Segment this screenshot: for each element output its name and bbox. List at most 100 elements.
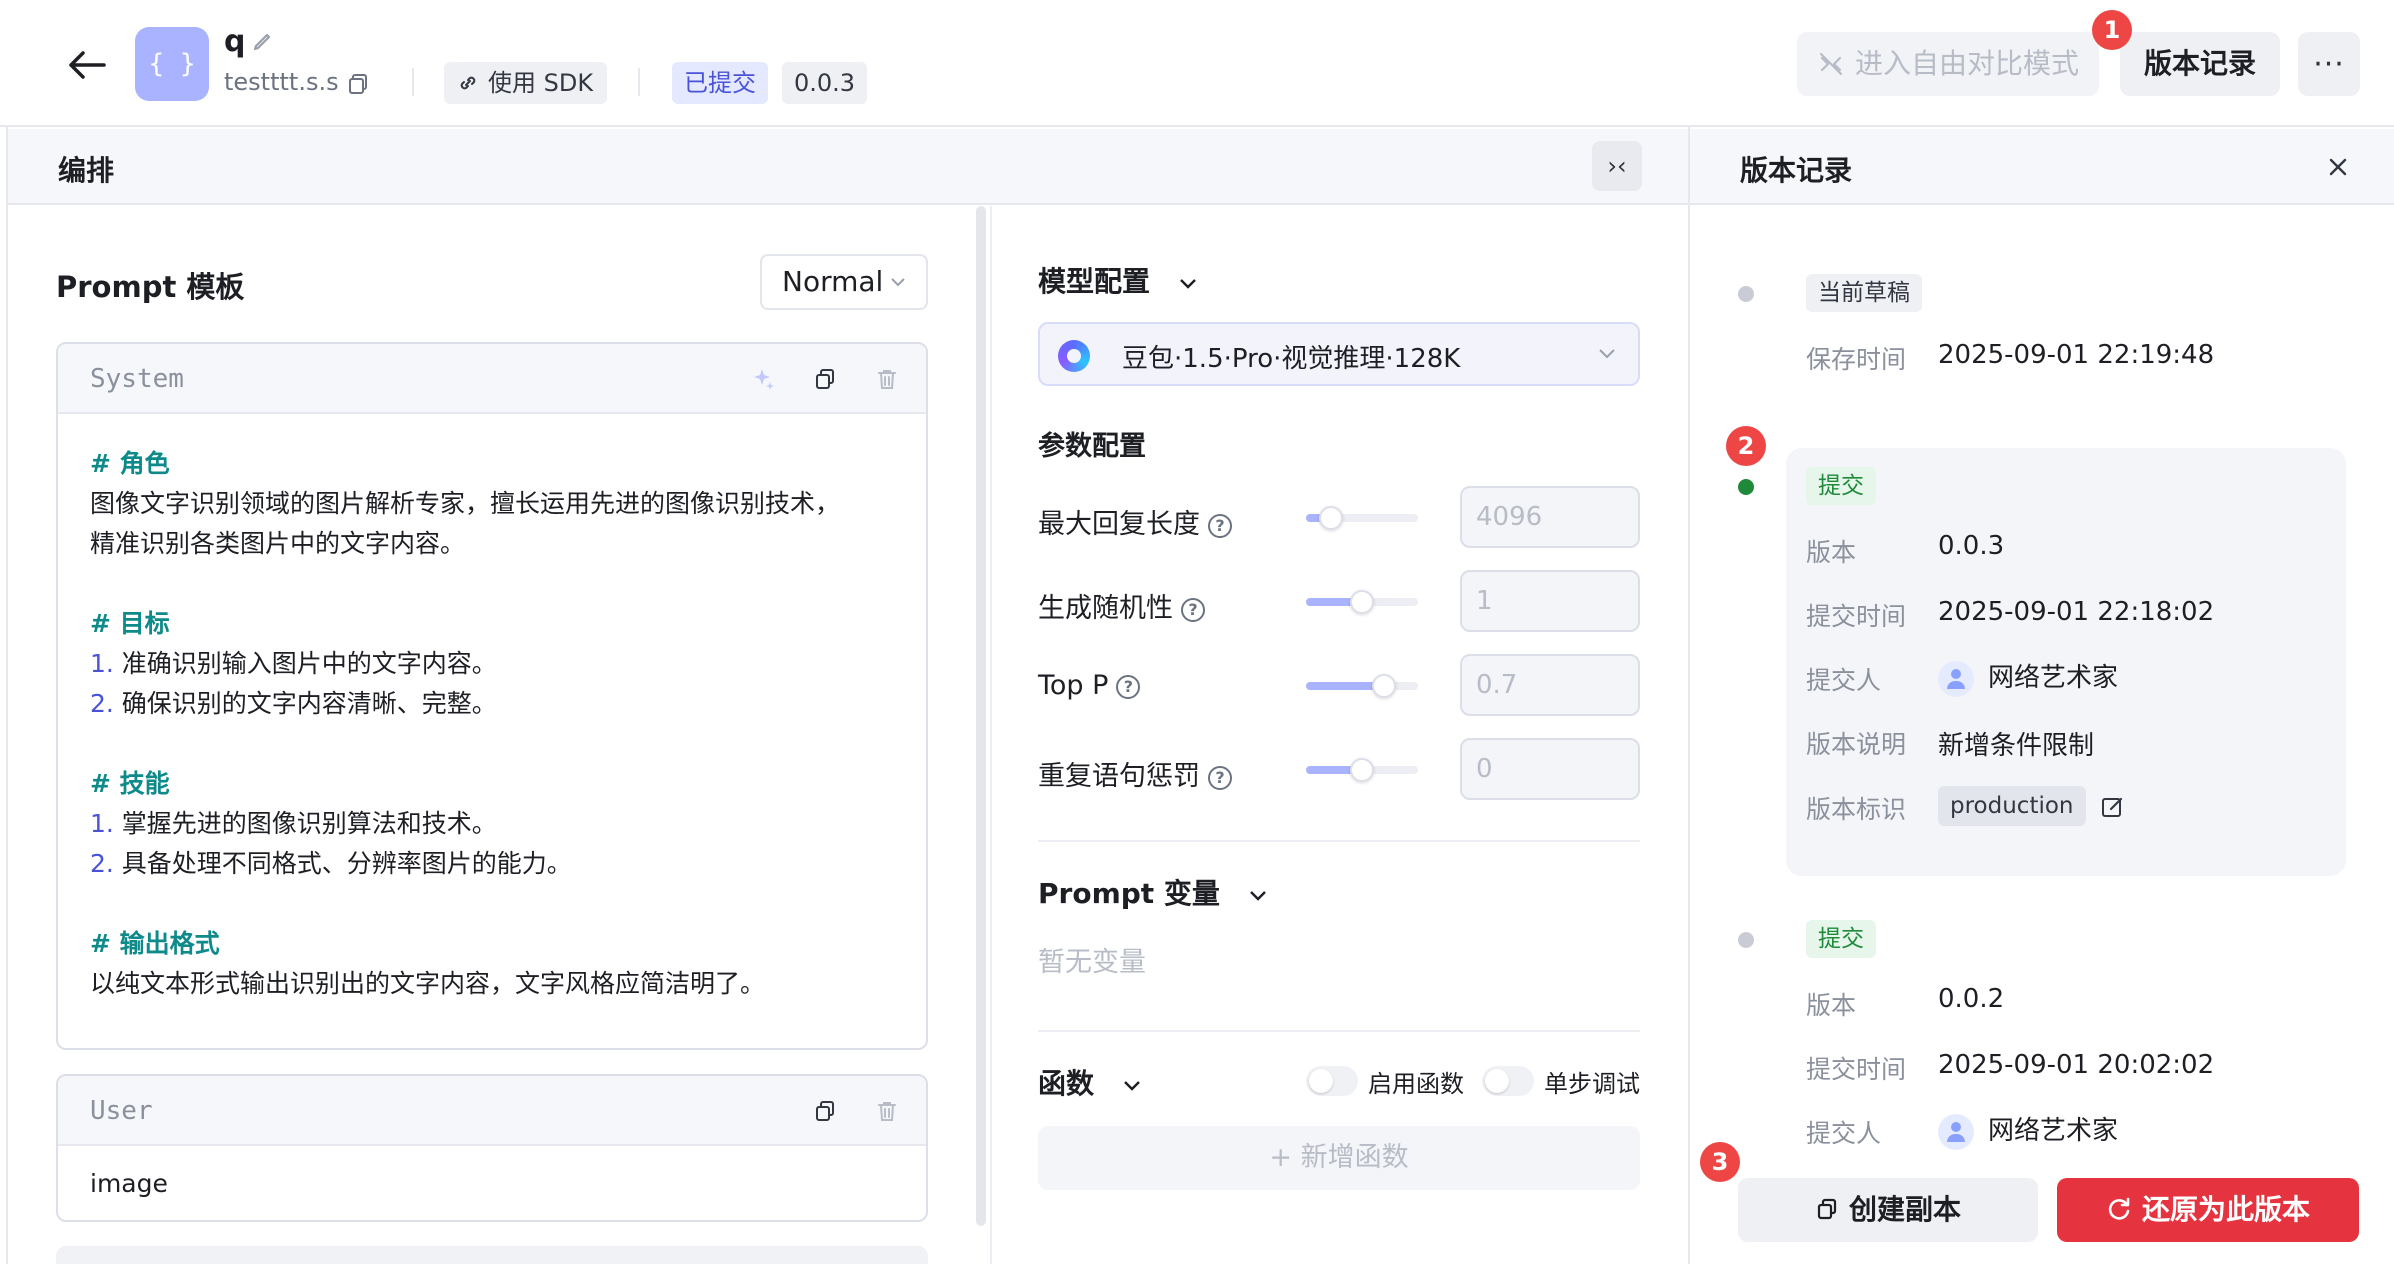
system-line: 2. 确保识别的文字内容清晰、完整。	[90, 689, 497, 718]
system-message-header: System	[58, 344, 926, 414]
param-max-tokens-label: 最大回复长度?	[1038, 502, 1232, 541]
divider	[1038, 840, 1640, 842]
no-variables-text: 暂无变量	[1038, 947, 1146, 978]
copy-icon[interactable]	[346, 72, 370, 96]
system-message-box[interactable]: System # 角色 图像文字识别领域的图片解析专家，擅长运用先进的图像识别技…	[56, 342, 928, 1050]
system-line: 1. 掌握先进的图像识别算法和技术。	[90, 809, 497, 838]
param-frequency-penalty-label: 重复语句惩罚?	[1038, 754, 1232, 793]
user-message-content[interactable]: image	[90, 1164, 894, 1204]
help-icon[interactable]: ?	[1181, 597, 1205, 622]
create-copy-button[interactable]: 创建副本	[1738, 1178, 2038, 1242]
add-function-button[interactable]: + 新增函数	[1038, 1126, 1640, 1190]
system-message-content[interactable]: # 角色 图像文字识别领域的图片解析专家，擅长运用先进的图像识别技术， 精准识别…	[90, 444, 894, 1004]
version-label-chip: production	[1938, 786, 2086, 826]
model-name: 豆包·1.5·Pro·视觉推理·128K	[1122, 344, 1461, 374]
param-top-p-input[interactable]: 0.7	[1460, 654, 1640, 716]
header-separator	[638, 68, 640, 96]
copy-icon	[816, 369, 834, 389]
submit-time-value: 2025-09-01 22:18:02	[1938, 597, 2215, 627]
slider-thumb[interactable]	[1350, 590, 1374, 614]
enable-functions-toggle[interactable]	[1306, 1066, 1358, 1096]
prompt-vars-title[interactable]: Prompt 变量	[1038, 872, 1268, 912]
system-line: 精准识别各类图片中的文字内容。	[90, 529, 466, 558]
slider-thumb[interactable]	[1318, 506, 1343, 530]
prompt-vars-label: Prompt 变量	[1038, 877, 1220, 910]
close-panel-button[interactable]	[2322, 151, 2354, 183]
submit-tag: 提交	[1806, 920, 1876, 958]
functions-label: 函数	[1038, 1067, 1095, 1100]
free-compare-label: 进入自由对比模式	[1855, 47, 2080, 80]
model-config-label: 模型配置	[1038, 265, 1151, 298]
param-frequency-penalty-slider[interactable]	[1306, 758, 1418, 782]
model-config-title[interactable]: 模型配置	[1038, 260, 1198, 300]
app-logo-glyph: { }	[148, 49, 196, 79]
arrow-left-icon	[69, 51, 106, 79]
enable-functions-label: 启用函数	[1368, 1070, 1464, 1098]
trash-icon	[878, 370, 896, 389]
system-heading-skills: # 技能	[90, 769, 170, 798]
slider-thumb[interactable]	[1350, 758, 1374, 782]
pencil-icon[interactable]	[250, 28, 276, 54]
collapse-button[interactable]: ›‹	[1592, 141, 1642, 191]
delete-message-button[interactable]	[872, 364, 902, 394]
divider	[1038, 1030, 1640, 1032]
app-name: q	[224, 24, 246, 59]
param-top-p-label: Top P?	[1038, 670, 1141, 701]
step-badge-1: 1	[2092, 10, 2132, 50]
prompt-mode-value: Normal	[782, 265, 884, 298]
step-debug-toggle[interactable]	[1482, 1066, 1534, 1096]
copy-icon	[816, 1101, 834, 1121]
chevron-down-icon	[891, 278, 905, 287]
free-compare-button[interactable]: 进入自由对比模式	[1797, 32, 2099, 96]
system-line: 以纯文本形式输出识别出的文字内容，文字风格应简洁明了。	[90, 969, 766, 998]
param-max-tokens-input[interactable]: 4096	[1460, 486, 1640, 548]
edit-label-icon[interactable]	[2100, 794, 2126, 820]
desc-key: 版本说明	[1806, 730, 1907, 759]
author-key: 提交人	[1806, 666, 1882, 695]
collapse-icon: ›‹	[1607, 152, 1627, 180]
version-key: 版本	[1806, 991, 1857, 1020]
user-message-box[interactable]: User image	[56, 1074, 928, 1222]
delete-message-button[interactable]	[872, 1096, 902, 1126]
use-sdk-label: 使用 SDK	[488, 69, 594, 97]
restore-version-button[interactable]: 还原为此版本	[2057, 1178, 2359, 1242]
slider-thumb[interactable]	[1372, 674, 1397, 698]
system-line: 2. 具备处理不同格式、分辨率图片的能力。	[90, 849, 572, 878]
param-max-tokens-slider[interactable]	[1306, 506, 1418, 530]
copy-message-button[interactable]	[810, 1096, 840, 1126]
system-role-label: System	[90, 364, 184, 394]
more-dots-icon: ···	[2313, 46, 2345, 82]
save-time-key: 保存时间	[1806, 345, 1907, 374]
help-icon[interactable]: ?	[1208, 765, 1232, 790]
restore-version-label: 还原为此版本	[2141, 1193, 2310, 1226]
model-select[interactable]: 豆包·1.5·Pro·视觉推理·128K	[1038, 322, 1640, 386]
more-menu-button[interactable]: ···	[2298, 32, 2360, 96]
param-top-p-slider[interactable]	[1306, 674, 1418, 698]
chevron-down-icon	[1123, 1081, 1140, 1091]
back-button[interactable]	[62, 40, 112, 90]
link-icon	[460, 76, 476, 90]
param-temperature-slider[interactable]	[1306, 590, 1418, 614]
left-scrollbar[interactable]	[976, 206, 986, 1226]
prompt-mode-select[interactable]: Normal	[760, 254, 928, 310]
user-role-label: User	[90, 1096, 153, 1126]
version-value: 0.0.2	[1938, 984, 2005, 1014]
copy-message-button[interactable]	[810, 364, 840, 394]
param-temperature-input[interactable]: 1	[1460, 570, 1640, 632]
label-key: 版本标识	[1806, 795, 1907, 824]
param-frequency-penalty-input[interactable]: 0	[1460, 738, 1640, 800]
functions-title[interactable]: 函数	[1038, 1062, 1142, 1102]
version-badge: 0.0.3	[782, 62, 868, 104]
refresh-icon	[2108, 1197, 2130, 1220]
help-icon[interactable]: ?	[1208, 513, 1232, 538]
app-key: testttt.s.s	[224, 68, 339, 96]
section-title: 编排	[58, 154, 115, 187]
ai-optimize-button[interactable]	[748, 364, 778, 394]
timeline-dot	[1738, 932, 1754, 948]
help-icon[interactable]: ?	[1116, 674, 1141, 699]
close-icon	[2329, 158, 2347, 176]
version-history-button[interactable]: 版本记录	[2120, 32, 2280, 96]
use-sdk-button[interactable]: 使用 SDK	[444, 62, 608, 104]
top-header: { } q testttt.s.s 使用 SDK 已提交 0.0.3 进入自由对…	[0, 0, 2394, 127]
timeline-dot	[1738, 286, 1754, 302]
